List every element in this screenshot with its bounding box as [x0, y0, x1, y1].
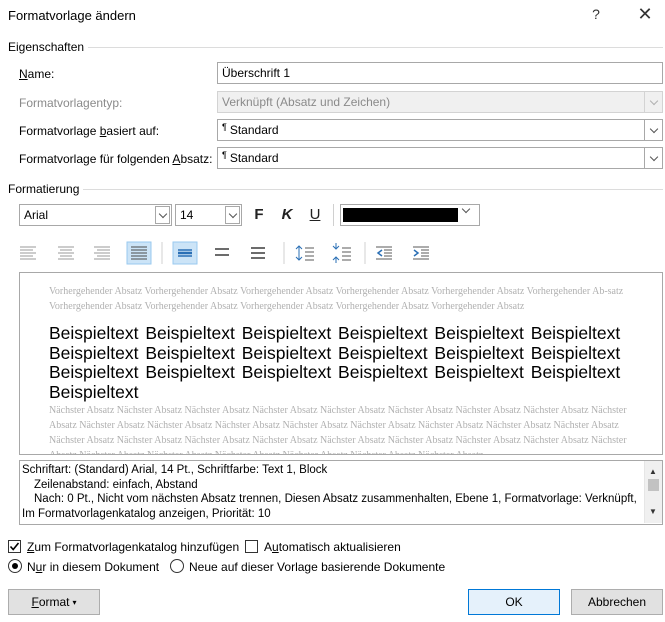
description-text: Schriftart: (Standard) Arial, 14 Pt., Sc… [22, 462, 642, 493]
description-text: Nach: 0 Pt., Nicht vom nächsten Absatz t… [22, 492, 642, 524]
preview-next-paragraph: Nächster Absatz Nächster Absatz Nächster… [49, 405, 627, 454]
font-name-value: Arial [24, 208, 49, 222]
based-on-label: Formatvorlage basiert auf: [19, 124, 160, 138]
font-size-value: 14 [180, 208, 194, 222]
font-size-dropdown[interactable] [225, 206, 240, 224]
space-before-decrease-icon[interactable] [332, 243, 351, 263]
align-center-icon[interactable] [58, 246, 74, 260]
next-style-label: Formatvorlage für folgenden Absatz: [19, 152, 213, 166]
style-type-select: Verknüpft (Absatz und Zeichen) [217, 91, 663, 113]
properties-group-line [8, 47, 663, 48]
only-this-document-radio[interactable] [8, 559, 22, 573]
preview-previous-paragraph: Vorhergehender Absatz Vorhergehender Abs… [49, 286, 624, 312]
style-type-dropdown [644, 92, 662, 112]
font-color-swatch [343, 208, 458, 222]
font-name-dropdown[interactable] [155, 206, 170, 224]
next-style-select[interactable]: ¶ Standard [217, 147, 663, 169]
help-button[interactable]: ? [588, 6, 604, 22]
decrease-indent-icon[interactable] [376, 246, 392, 260]
description-scrollbar-lower[interactable]: ▼ [644, 492, 662, 523]
align-left-icon[interactable] [20, 246, 36, 260]
line-spacing-onehalf-icon[interactable] [215, 248, 229, 256]
paragraph-toolbar [20, 241, 429, 265]
scroll-down-icon[interactable]: ▼ [649, 504, 657, 519]
align-right-icon[interactable] [94, 246, 110, 260]
properties-group-label: Eigenschaften [8, 40, 89, 54]
chevron-down-icon [649, 96, 658, 105]
next-style-value: Standard [229, 151, 279, 165]
based-on-select[interactable]: ¶ Standard [217, 119, 663, 141]
preview-sample-text: Beispieltext Beispieltext Beispieltext B… [49, 324, 621, 402]
scroll-up-icon[interactable]: ▲ [649, 464, 657, 479]
bold-button[interactable]: F [251, 206, 267, 223]
style-type-label: Formatvorlagentyp: [19, 96, 123, 110]
close-button[interactable]: ✕ [635, 4, 655, 25]
formatting-group-label: Formatierung [8, 182, 84, 196]
add-to-gallery-label[interactable]: Zum Formatvorlagenkatalog hinzufügen [27, 540, 239, 554]
line-spacing-double-icon[interactable] [251, 247, 265, 259]
chevron-down-icon [461, 204, 471, 214]
name-label: Name: [19, 67, 55, 81]
chevron-down-icon [649, 152, 658, 161]
paragraph-mark-icon: ¶ [222, 122, 227, 132]
increase-indent-icon[interactable] [413, 246, 429, 260]
formatting-group-line [8, 189, 663, 190]
dialog-title: Formatvorlage ändern [8, 8, 136, 23]
chevron-down-icon [649, 124, 658, 133]
font-size-select[interactable]: 14 [175, 204, 242, 226]
style-description-continued: Nach: 0 Pt., Nicht vom nächsten Absatz t… [19, 492, 663, 525]
radio-selected-dot [12, 563, 18, 569]
cancel-button[interactable]: Abbrechen [571, 589, 663, 615]
description-line: Nach: 0 Pt., Nicht vom nächsten Absatz t… [34, 493, 637, 505]
paragraph-mark-icon: ¶ [222, 150, 227, 160]
description-scrollbar[interactable]: ▲ [644, 461, 662, 493]
description-line: Schriftart: (Standard) Arial, 14 Pt., Sc… [22, 464, 328, 476]
style-type-value: Verknüpft (Absatz und Zeichen) [222, 95, 391, 109]
ok-button[interactable]: OK [468, 589, 560, 615]
style-description: Schriftart: (Standard) Arial, 14 Pt., Sc… [19, 460, 663, 494]
underline-button[interactable]: U [307, 206, 323, 223]
italic-button[interactable]: K [279, 206, 295, 223]
dropdown-arrow-icon: ▾ [72, 597, 77, 607]
next-style-dropdown[interactable] [644, 148, 662, 168]
only-this-document-label[interactable]: Nur in diesem Dokument [27, 560, 159, 574]
font-name-select[interactable]: Arial [19, 204, 172, 226]
description-line: Im Formatvorlagenkatalog anzeigen, Prior… [22, 508, 271, 521]
toolbar-separator [333, 204, 334, 226]
chevron-down-icon [228, 209, 237, 218]
font-color-picker[interactable] [340, 204, 480, 226]
format-button-label: Format [31, 595, 70, 609]
space-before-increase-icon[interactable] [295, 245, 314, 261]
new-documents-label[interactable]: Neue auf dieser Vorlage basierende Dokum… [189, 560, 445, 574]
chevron-down-icon [158, 209, 167, 218]
based-on-value: Standard [229, 123, 279, 137]
auto-update-label[interactable]: Automatisch aktualisieren [264, 540, 401, 554]
format-menu-button[interactable]: Format ▾ [8, 589, 100, 615]
font-color-dropdown[interactable] [461, 204, 471, 214]
name-value: Überschrift 1 [222, 66, 291, 80]
name-input[interactable]: Überschrift 1 [217, 62, 663, 84]
based-on-dropdown[interactable] [644, 120, 662, 140]
auto-update-checkbox[interactable] [245, 540, 258, 553]
style-preview: Vorhergehender Absatz Vorhergehender Abs… [19, 272, 663, 455]
checkmark-icon [9, 542, 20, 551]
scroll-thumb[interactable] [648, 479, 659, 491]
new-documents-radio[interactable] [170, 559, 184, 573]
add-to-gallery-checkbox[interactable] [8, 540, 21, 553]
